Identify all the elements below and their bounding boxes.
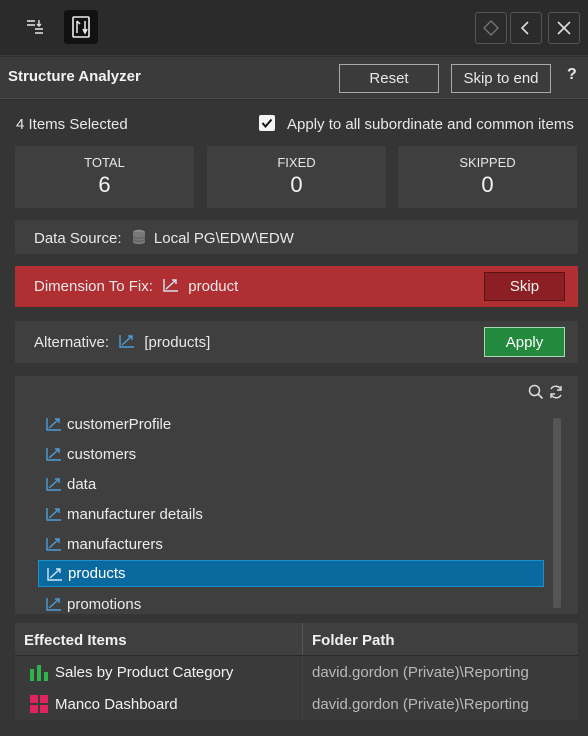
title-bar: Structure Analyzer Reset Skip to end ? (0, 57, 588, 99)
search-icon[interactable] (528, 384, 544, 400)
dimension-list-panel: customerProfile customers data manufactu… (15, 376, 578, 614)
list-item[interactable]: manufacturer details (38, 499, 544, 529)
dimension-icon (163, 279, 179, 292)
alternative-label: Alternative: (34, 334, 110, 351)
checkmark-icon (261, 118, 273, 129)
column-header-effected-items[interactable]: Effected Items (15, 623, 303, 655)
dimension-icon (46, 566, 64, 582)
data-source-label: Data Source: (34, 230, 122, 247)
stat-total: TOTAL 6 (15, 146, 194, 208)
dimension-icon (45, 506, 63, 522)
help-icon[interactable]: ? (567, 66, 577, 84)
list-item-label: products (68, 565, 126, 582)
table-row[interactable]: Manco Dashboard david.gordon (Private)\R… (15, 688, 578, 720)
stat-value: 0 (290, 172, 303, 197)
effected-items-table: Effected Items Folder Path Sales by Prod… (15, 623, 578, 720)
skip-to-end-button[interactable]: Skip to end (451, 64, 551, 93)
list-scrollbar[interactable] (553, 418, 561, 608)
structure-tool-icon[interactable] (64, 10, 98, 44)
chevron-left-icon (520, 21, 529, 35)
list-item[interactable]: manufacturers (38, 529, 544, 559)
list-item-selected[interactable]: products (38, 560, 544, 587)
alternative-value: [products] (144, 334, 211, 351)
dimension-icon (45, 536, 63, 552)
dimension-icon (45, 416, 63, 432)
apply-button[interactable]: Apply (484, 327, 565, 357)
page-title: Structure Analyzer (8, 68, 141, 85)
dimension-icon (45, 596, 63, 612)
list-item[interactable]: customerProfile (38, 409, 544, 439)
diamond-button[interactable] (475, 12, 507, 44)
reset-button[interactable]: Reset (339, 64, 439, 93)
list-item[interactable]: promotions (38, 589, 544, 614)
database-icon (132, 229, 146, 245)
apply-all-label: Apply to all subordinate and common item… (287, 116, 574, 133)
bar-chart-icon (29, 663, 49, 681)
diamond-icon (483, 20, 499, 36)
close-button[interactable] (548, 12, 580, 44)
stat-value: 6 (98, 172, 111, 197)
stat-value: 0 (481, 172, 494, 197)
list-item-label: customerProfile (67, 415, 172, 433)
skip-button[interactable]: Skip (484, 272, 565, 301)
table-row[interactable]: Sales by Product Category david.gordon (… (15, 656, 578, 688)
sort-list-icon[interactable] (18, 10, 52, 44)
dimension-to-fix-bar: Dimension To Fix: product Skip (15, 266, 578, 307)
stat-label: FIXED (277, 155, 316, 170)
refresh-icon[interactable] (548, 384, 564, 400)
list-item[interactable]: customers (38, 439, 544, 469)
list-item-label: promotions (67, 595, 142, 613)
table-header: Effected Items Folder Path (15, 623, 578, 656)
list-item-label: data (67, 475, 97, 493)
item-name: Sales by Product Category (55, 663, 234, 681)
list-item-label: manufacturers (67, 535, 163, 553)
dashboard-icon (29, 695, 49, 713)
list-item[interactable]: data (38, 469, 544, 499)
dimension-icon (45, 446, 63, 462)
stat-skipped: SKIPPED 0 (398, 146, 577, 208)
item-name: Manco Dashboard (55, 695, 178, 713)
list-item-label: manufacturer details (67, 505, 203, 523)
selection-count: 4 Items Selected (16, 116, 128, 133)
close-icon (557, 21, 571, 35)
dimension-icon (119, 335, 135, 348)
dimension-value: product (188, 278, 239, 295)
dimension-label: Dimension To Fix: (34, 278, 153, 295)
folder-path: david.gordon (Private)\Reporting (312, 663, 529, 681)
apply-all-checkbox[interactable] (259, 115, 275, 131)
dimension-icon (45, 476, 63, 492)
analyzer-content: 4 Items Selected Apply to all subordinat… (0, 100, 588, 736)
alternative-bar: Alternative: [products] Apply (15, 321, 578, 363)
folder-path: david.gordon (Private)\Reporting (312, 695, 529, 713)
stat-label: SKIPPED (459, 155, 516, 170)
top-toolbar (0, 0, 588, 56)
stat-label: TOTAL (84, 155, 125, 170)
list-item-label: customers (67, 445, 137, 463)
data-source-bar: Data Source: Local PG\EDW\EDW (15, 220, 578, 254)
dimension-list: customerProfile customers data manufactu… (38, 409, 544, 614)
back-button[interactable] (510, 12, 542, 44)
data-source-value: Local PG\EDW\EDW (153, 230, 294, 247)
column-header-folder-path[interactable]: Folder Path (303, 623, 395, 655)
stat-fixed: FIXED 0 (207, 146, 386, 208)
